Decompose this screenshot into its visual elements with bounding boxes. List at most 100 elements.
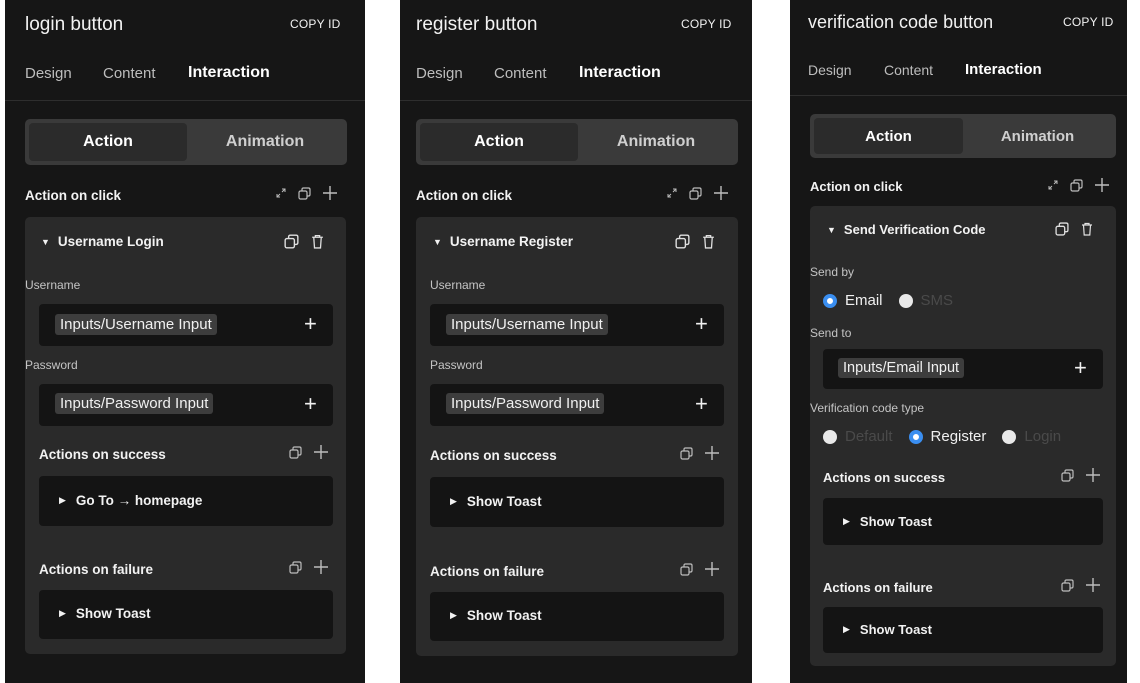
caret-right-icon[interactable]: ▶ [843,624,850,635]
actions-on-success-header: Actions on success [823,470,946,485]
actions-on-failure-header: Actions on failure [430,564,545,579]
trash-icon[interactable] [1081,222,1093,236]
plus-icon[interactable] [1095,178,1109,192]
copy-icon[interactable] [298,186,311,200]
copy-icon[interactable] [680,562,693,576]
caret-right-icon[interactable]: ▶ [59,495,66,506]
copy-id-button[interactable]: COPY ID [1063,15,1114,29]
segment-animation[interactable]: Animation [578,123,734,161]
caret-down-icon[interactable]: ▼ [41,237,50,247]
plus-icon[interactable] [705,562,719,576]
copy-id-button[interactable]: COPY ID [290,17,341,31]
plus-icon[interactable] [1086,578,1100,592]
plus-icon[interactable] [314,445,328,459]
action-card: ▼ Send Verification Code Send by Email S… [810,206,1116,666]
radio-login[interactable] [1002,429,1017,444]
tab-design[interactable]: Design [808,62,852,78]
failure-action-item[interactable]: ▶ Show Toast [430,592,724,641]
caret-right-icon[interactable]: ▶ [450,610,457,621]
tab-interaction[interactable]: Interaction [965,61,1042,78]
username-label: Username [430,278,486,292]
username-field[interactable]: Inputs/Username Input + [39,304,333,346]
action-on-click-tools [276,186,337,200]
failure-action-item[interactable]: ▶ Show Toast [39,590,333,639]
segment-action[interactable]: Action [420,123,578,161]
plus-icon[interactable]: + [695,313,708,335]
plus-icon[interactable]: + [695,393,708,415]
copy-id-button[interactable]: COPY ID [681,17,732,31]
radio-sms[interactable] [898,293,913,308]
caret-right-icon[interactable]: ▶ [843,516,850,527]
caret-down-icon[interactable]: ▼ [827,225,836,235]
success-action-label: Show Toast [859,514,932,529]
success-action-label: Go To → homepage [75,493,203,508]
tab-design[interactable]: Design [416,65,463,82]
plus-icon[interactable]: + [304,313,317,335]
action-card-title: Username Register [449,234,573,249]
copy-icon[interactable] [289,560,302,574]
success-action-item[interactable]: ▶ Go To → homepage [39,476,333,526]
segment-action[interactable]: Action [814,118,963,154]
success-action-item[interactable]: ▶ Show Toast [430,477,724,527]
username-binding-chip[interactable]: Inputs/Username Input [446,314,608,335]
copy-icon[interactable] [1055,222,1069,236]
plus-icon[interactable] [314,560,328,574]
caret-down-icon[interactable]: ▼ [433,237,442,247]
username-binding-chip[interactable]: Inputs/Username Input [55,314,217,335]
failure-tools [680,562,719,576]
radio-register-label: Register [930,428,987,445]
segment-action[interactable]: Action [29,123,187,161]
radio-default[interactable] [823,429,837,444]
action-card-header[interactable]: ▼ Username Login [41,234,164,249]
tab-interaction[interactable]: Interaction [188,64,270,82]
success-action-item[interactable]: ▶ Show Toast [823,498,1103,545]
password-label: Password [430,358,483,372]
radio-default-label: Default [845,428,893,445]
caret-right-icon[interactable]: ▶ [59,608,66,619]
action-card-header[interactable]: ▼ Username Register [433,234,573,249]
trash-icon[interactable] [311,234,324,249]
copy-icon[interactable] [675,234,690,249]
send-to-binding-chip[interactable]: Inputs/Email Input [838,358,965,378]
failure-action-item[interactable]: ▶ Show Toast [823,607,1103,653]
tab-content[interactable]: Content [494,65,547,82]
tab-content[interactable]: Content [884,62,933,78]
copy-icon[interactable] [1070,178,1083,192]
password-binding-chip[interactable]: Inputs/Password Input [446,393,605,414]
radio-email[interactable] [823,293,837,308]
copy-icon[interactable] [1061,578,1074,592]
tab-interaction[interactable]: Interaction [579,64,661,82]
failure-tools [1061,578,1100,592]
segment-animation[interactable]: Animation [187,123,343,161]
username-field[interactable]: Inputs/Username Input + [430,304,724,346]
plus-icon[interactable]: + [1074,357,1087,379]
password-binding-chip[interactable]: Inputs/Password Input [55,393,214,414]
caret-right-icon[interactable]: ▶ [450,496,457,507]
plus-icon[interactable]: + [304,393,317,415]
expand-icon[interactable] [276,188,286,198]
tab-design[interactable]: Design [25,65,72,82]
failure-tools [289,560,328,574]
verification-code-button-panel: verification code button COPY ID Design … [790,0,1127,683]
copy-icon[interactable] [680,446,693,460]
action-card-title: Send Verification Code [843,222,986,237]
copy-icon[interactable] [1061,468,1074,482]
action-card-tools [1055,222,1093,236]
expand-icon[interactable] [667,188,677,198]
plus-icon[interactable] [323,186,337,200]
radio-register[interactable] [908,429,923,444]
plus-icon[interactable] [714,186,728,200]
password-field[interactable]: Inputs/Password Input + [39,384,333,426]
tab-content[interactable]: Content [103,65,156,82]
password-field[interactable]: Inputs/Password Input + [430,384,724,426]
send-to-field[interactable]: Inputs/Email Input + [823,349,1103,389]
plus-icon[interactable] [1086,468,1100,482]
segment-animation[interactable]: Animation [963,118,1112,154]
copy-icon[interactable] [284,234,299,249]
expand-icon[interactable] [1048,180,1058,190]
plus-icon[interactable] [705,446,719,460]
trash-icon[interactable] [702,234,715,249]
copy-icon[interactable] [689,186,702,200]
action-card-header[interactable]: ▼ Send Verification Code [827,222,986,237]
copy-icon[interactable] [289,445,302,459]
